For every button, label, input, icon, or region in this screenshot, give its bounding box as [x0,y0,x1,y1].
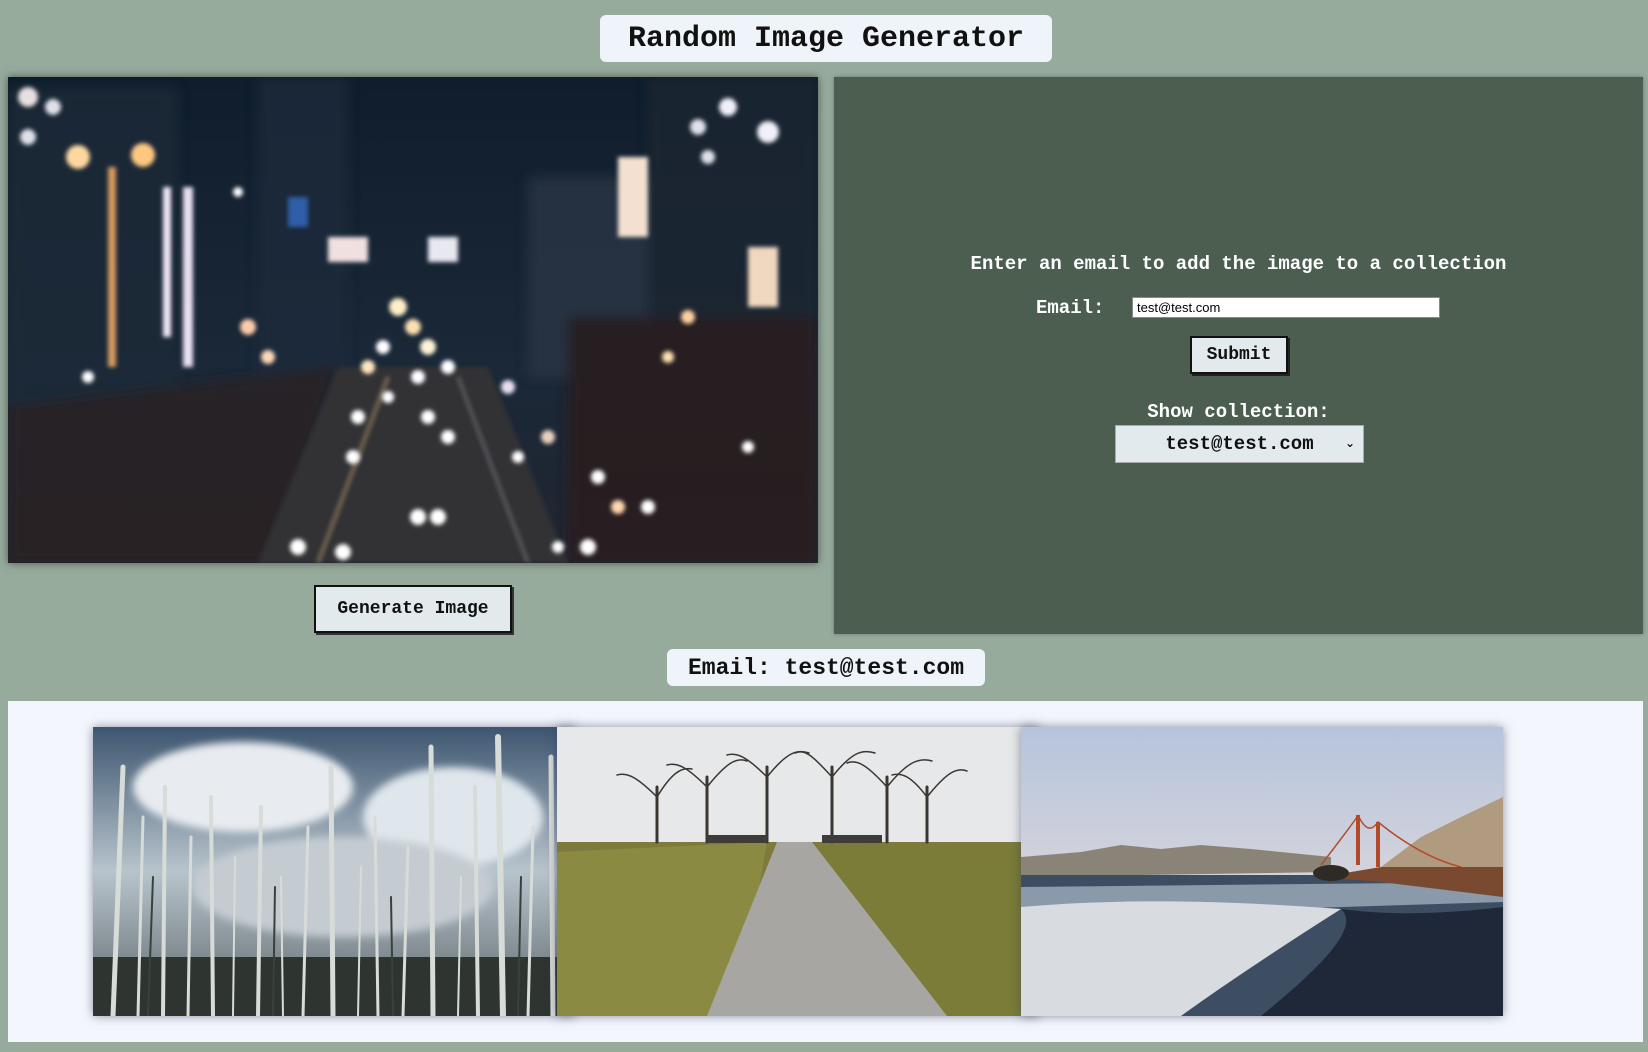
dead-forest-image [93,727,575,1016]
collection-select-value: test@test.com [1165,433,1314,455]
email-label: Email: [1036,297,1105,319]
generate-image-button[interactable]: Generate Image [314,585,512,633]
collection-form-panel: Enter an email to add the image to a col… [834,77,1643,634]
chevron-down-icon: ⌄ [1344,436,1355,450]
image-collection [8,701,1643,1042]
tree-path-image [557,727,1039,1016]
email-input[interactable] [1132,297,1440,318]
submit-button[interactable]: Submit [1190,336,1288,374]
collection-email-badge: Email: test@test.com [667,649,985,686]
golden-gate-beach-image [1021,727,1503,1016]
form-heading: Enter an email to add the image to a col… [970,253,1507,275]
collection-select[interactable]: test@test.com ⌄ [1115,425,1364,463]
show-collection-label: Show collection: [1147,401,1330,423]
page-title: Random Image Generator [600,15,1052,62]
generated-image [8,77,818,563]
